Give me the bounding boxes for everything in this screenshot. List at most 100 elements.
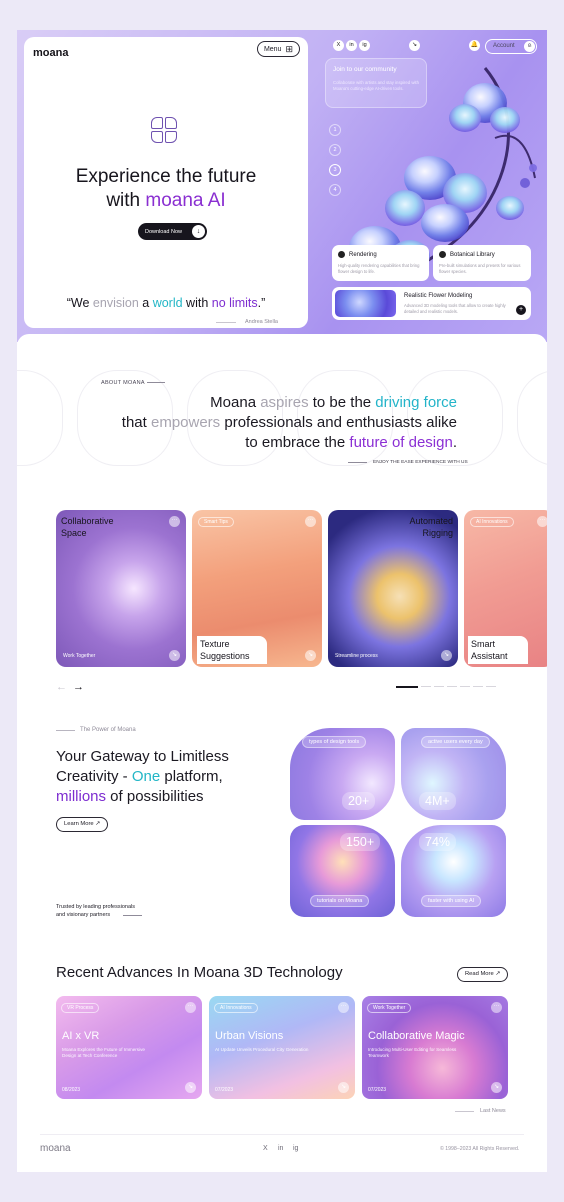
- rendering-title: Rendering: [338, 251, 423, 258]
- divider: [56, 730, 75, 731]
- read-more-button[interactable]: Read More ↗: [457, 967, 509, 982]
- flower-modeling-title: Realistic Flower Modeling: [404, 293, 473, 299]
- pager-dot[interactable]: [434, 686, 444, 687]
- botanical-title-text: Botanical Library: [450, 251, 495, 258]
- news-card-urban[interactable]: AI Innovations ··· Urban Visions AI Upda…: [209, 996, 355, 1099]
- step-3[interactable]: 3: [329, 164, 341, 176]
- footer-logo[interactable]: moana: [40, 1143, 71, 1154]
- community-card[interactable]: Join to our community Collaborate with a…: [325, 58, 427, 108]
- news-card-collaborative[interactable]: Work Together ··· Collaborative Magic In…: [362, 996, 508, 1099]
- botanical-title: Botanical Library: [439, 251, 525, 258]
- about-t: professionals and enthusiasts alike: [220, 414, 457, 431]
- more-icon[interactable]: ···: [185, 1002, 196, 1013]
- about-line-3: to embrace the future of design.: [57, 433, 457, 453]
- arrow-right-icon[interactable]: →: [73, 681, 84, 693]
- gw-t: millions: [56, 788, 107, 805]
- feature-title: Automated Rigging: [409, 516, 453, 538]
- download-button[interactable]: Download Now ↓: [138, 223, 207, 240]
- stat-value: 74%: [419, 833, 457, 851]
- news-date: 07/2023: [368, 1087, 387, 1093]
- more-icon[interactable]: ···: [338, 1002, 349, 1013]
- about-t: empowers: [150, 414, 221, 431]
- more-icon[interactable]: ···: [491, 1002, 502, 1013]
- moana-mark-icon: [151, 117, 179, 145]
- more-icon[interactable]: ···: [305, 516, 316, 527]
- stat-design-tools: types of design tools 20+: [290, 728, 395, 820]
- arrow-down-right-icon[interactable]: ↘: [338, 1082, 349, 1093]
- copyright: © 1998–2023 All Rights Reserved.: [440, 1146, 520, 1152]
- more-icon[interactable]: ···: [169, 516, 180, 527]
- hero-title-prefix: with: [106, 190, 146, 211]
- account-button[interactable]: Account ⍝: [485, 39, 537, 54]
- hero-title: Experience the future with moana AI: [24, 165, 308, 213]
- x-icon[interactable]: X: [263, 1145, 268, 1152]
- feature-tag: AI Innovations: [470, 517, 514, 527]
- menu-button[interactable]: Menu ⊞: [256, 41, 300, 57]
- linkedin-icon[interactable]: in: [278, 1145, 283, 1152]
- news-title: Urban Visions: [215, 1030, 284, 1042]
- linkedin-icon[interactable]: in: [346, 40, 357, 51]
- step-2[interactable]: 2: [329, 144, 341, 156]
- add-icon[interactable]: +: [516, 305, 526, 315]
- arrow-up-right-icon: ↗: [495, 971, 501, 977]
- stat-value: 20+: [342, 792, 376, 810]
- divider: [348, 462, 367, 463]
- stat-value: 4M+: [419, 792, 456, 810]
- about-line-2: that empowers professionals and enthusia…: [57, 413, 457, 433]
- about-label: ABOUT MOANA: [101, 380, 145, 386]
- botanical-library-card[interactable]: Botanical Library Pre-built simulations …: [433, 245, 531, 281]
- instagram-icon[interactable]: ig: [359, 40, 370, 51]
- stat-label: tutorials on Moana: [310, 895, 370, 907]
- arrow-down-right-icon[interactable]: ↘: [185, 1082, 196, 1093]
- brand-logo[interactable]: moana: [33, 47, 68, 59]
- divider: [455, 1111, 474, 1112]
- about-t: to be the: [308, 394, 376, 411]
- feature-caption: Streamline process: [335, 653, 378, 659]
- trusted-caption: Trusted by leading professionals and vis…: [56, 903, 135, 919]
- gateway-line-3: millions of possibilities: [56, 787, 276, 807]
- gw-t: of possibilities: [106, 788, 204, 805]
- arrow-down-right-icon[interactable]: ↘: [169, 650, 180, 661]
- pager-dot[interactable]: [473, 686, 483, 687]
- arrow-down-right-icon[interactable]: ↘: [491, 1082, 502, 1093]
- feature-card-rigging[interactable]: Automated Rigging Streamline process ↘: [328, 510, 458, 667]
- pager-dot[interactable]: [486, 686, 496, 687]
- step-4[interactable]: 4: [329, 184, 341, 196]
- stat-label: active users every day: [421, 736, 490, 748]
- about-t: to embrace the: [245, 434, 350, 451]
- feature-card-assistant[interactable]: AI Innovations ··· Smart Assistant: [464, 510, 547, 667]
- learn-more-button[interactable]: Learn More ↗: [56, 817, 109, 832]
- arrow-down-right-icon[interactable]: ↘: [409, 40, 420, 51]
- library-icon: [439, 251, 446, 258]
- hero-section: moana Menu ⊞ Experience the future with …: [17, 30, 547, 342]
- flower-modeling-desc: Advanced 3D modeling tools that allow to…: [404, 303, 506, 314]
- more-icon[interactable]: ···: [537, 516, 547, 527]
- gateway-line-2: Creativity - One platform,: [56, 767, 276, 787]
- pager-dot[interactable]: [396, 685, 418, 688]
- feature-card-texture[interactable]: Smart Tips ··· Texture Suggestions ↘: [192, 510, 322, 667]
- arrow-left-icon[interactable]: ←: [56, 681, 67, 693]
- rendering-card[interactable]: Rendering High-quality rendering capabil…: [332, 245, 429, 281]
- step-1[interactable]: 1: [329, 124, 341, 136]
- news-card-ai-vr[interactable]: VR Process ··· AI x VR Moana Explores th…: [56, 996, 202, 1099]
- divider: [147, 382, 165, 383]
- divider: [216, 322, 236, 323]
- arrow-down-right-icon[interactable]: ↘: [305, 650, 316, 661]
- about-t: Moana: [210, 394, 261, 411]
- pager-dot[interactable]: [460, 686, 470, 687]
- hero-quote: “We envision a world with no limits.”: [24, 296, 308, 310]
- feature-title: Collaborative Space: [61, 516, 114, 538]
- about-line-1: Moana aspires to be the driving force: [57, 393, 457, 413]
- x-icon[interactable]: X: [333, 40, 344, 51]
- pager-dot[interactable]: [447, 686, 457, 687]
- instagram-icon[interactable]: ig: [293, 1145, 298, 1152]
- bell-icon[interactable]: 🔔: [469, 40, 480, 51]
- feature-card-collaborative[interactable]: Collaborative Space ··· Work Together ↘: [56, 510, 186, 667]
- arrow-down-right-icon[interactable]: ↘: [441, 650, 452, 661]
- flower-modeling-card[interactable]: Realistic Flower Modeling Advanced 3D mo…: [332, 287, 531, 320]
- arrow-up-right-icon: ↗: [95, 821, 101, 827]
- account-label: Account: [493, 43, 515, 49]
- footer-divider: [40, 1134, 524, 1135]
- pager-dot[interactable]: [421, 686, 431, 687]
- quote-with: with: [182, 296, 212, 310]
